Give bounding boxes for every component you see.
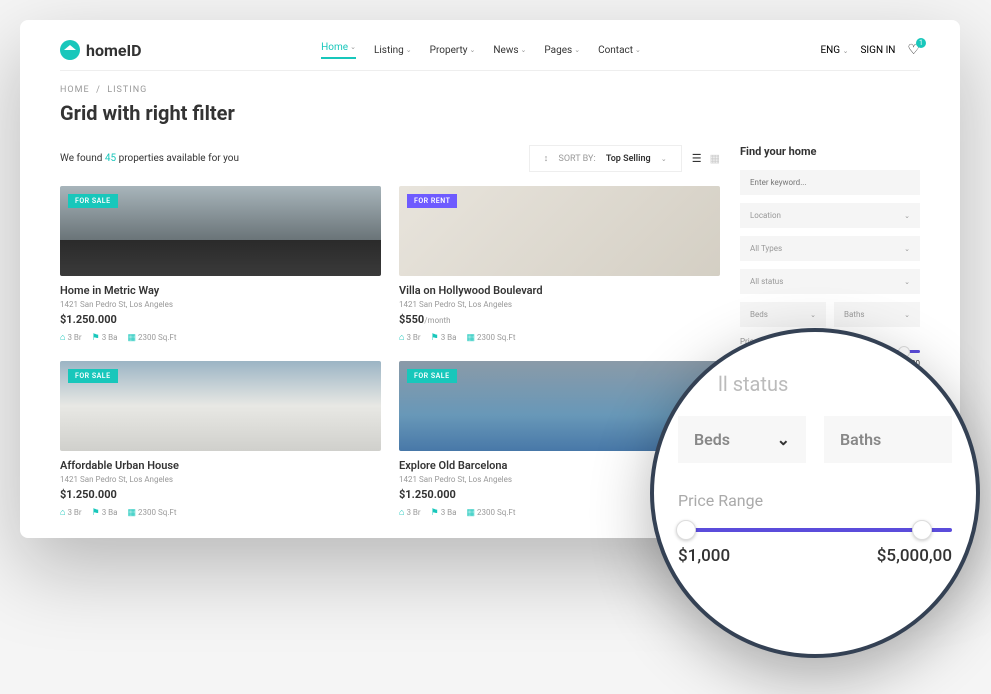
zoom-beds-select[interactable]: Beds⌄ [678, 416, 806, 463]
card-features: ⌂3 Br ⚑3 Ba ▦2300 Sq.Ft [60, 507, 381, 518]
card-title: Villa on Hollywood Boulevard [399, 284, 720, 297]
bath-icon: ⚑ [92, 333, 100, 343]
types-select[interactable]: All Types⌄ [740, 236, 920, 261]
status-select[interactable]: All status⌄ [740, 269, 920, 294]
chevron-down-icon: ⌄ [661, 155, 667, 163]
chevron-down-icon: ⌄ [470, 46, 476, 54]
header: homeID Home⌄ Listing⌄ Property⌄ News⌄ Pa… [60, 40, 920, 71]
nav-listing[interactable]: Listing⌄ [374, 42, 412, 59]
sort-select[interactable]: ↕ SORT BY: Top Selling ⌄ [529, 145, 682, 172]
sort-icon: ↕ [544, 153, 549, 164]
bed-icon: ⌂ [399, 332, 404, 343]
zoom-status: ll status [718, 372, 952, 396]
breadcrumb: HOME / LISTING [60, 85, 920, 95]
card-address: 1421 San Pedro St, Los Angeles [399, 300, 720, 309]
sign-in-link[interactable]: SIGN IN [860, 45, 895, 56]
nav-home[interactable]: Home⌄ [321, 42, 356, 59]
card-image: FOR SALE [60, 361, 381, 451]
listing-tag: FOR SALE [68, 194, 118, 208]
nav-contact[interactable]: Contact⌄ [598, 42, 641, 59]
bed-icon: ⌂ [60, 332, 65, 343]
listing-tag: FOR RENT [407, 194, 457, 208]
listing-grid: FOR SALE Home in Metric Way 1421 San Ped… [60, 186, 720, 518]
area-icon: ▦ [128, 333, 137, 343]
card-features: ⌂3 Br ⚑3 Ba ▦2300 Sq.Ft [60, 332, 381, 343]
bath-icon: ⚑ [431, 333, 439, 343]
card-title: Affordable Urban House [60, 459, 381, 472]
breadcrumb-current: LISTING [107, 85, 147, 95]
card-address: 1421 San Pedro St, Los Angeles [60, 475, 381, 484]
chevron-down-icon: ⌄ [904, 212, 910, 220]
zoom-baths-select[interactable]: Baths [824, 416, 952, 463]
card-price: $1.250.000 [60, 488, 381, 501]
card-price: $1.250.000 [60, 313, 381, 326]
location-select[interactable]: Location⌄ [740, 203, 920, 228]
main-nav: Home⌄ Listing⌄ Property⌄ News⌄ Pages⌄ Co… [321, 42, 641, 59]
chevron-down-icon: ⌄ [521, 46, 527, 54]
wishlist-badge: 1 [916, 38, 926, 48]
logo-text: homeID [86, 41, 142, 60]
bed-icon: ⌂ [399, 507, 404, 518]
beds-select[interactable]: Beds⌄ [740, 302, 826, 327]
listing-tag: FOR SALE [407, 369, 457, 383]
bath-icon: ⚑ [92, 508, 100, 518]
filter-heading: Find your home [740, 145, 920, 158]
area-icon: ▦ [128, 508, 137, 518]
chevron-down-icon: ⌄ [777, 430, 790, 449]
listing-card[interactable]: FOR SALE Affordable Urban House 1421 San… [60, 361, 381, 518]
zoom-price-label: Price Range [678, 491, 952, 510]
grid-view-icon[interactable]: ▦ [710, 152, 720, 165]
nav-pages[interactable]: Pages⌄ [544, 42, 580, 59]
chevron-down-icon: ⌄ [574, 46, 580, 54]
logo[interactable]: homeID [60, 40, 142, 60]
chevron-down-icon: ⌄ [904, 278, 910, 286]
card-image: FOR RENT [399, 186, 720, 276]
chevron-down-icon: ⌄ [350, 43, 356, 51]
results-topbar: We found 45 properties available for you… [60, 145, 720, 172]
right-nav: ENG ⌄ SIGN IN ♡1 [820, 42, 920, 58]
bath-icon: ⚑ [431, 508, 439, 518]
area-icon: ▦ [467, 333, 476, 343]
nav-news[interactable]: News⌄ [493, 42, 526, 59]
page-title: Grid with right filter [60, 101, 920, 125]
keyword-input[interactable] [740, 170, 920, 195]
chevron-down-icon: ⌄ [810, 311, 816, 319]
card-title: Home in Metric Way [60, 284, 381, 297]
zoom-price-slider[interactable] [678, 528, 952, 532]
logo-icon [60, 40, 80, 60]
card-features: ⌂3 Br ⚑3 Ba ▦2300 Sq.Ft [399, 332, 720, 343]
chevron-down-icon: ⌄ [904, 311, 910, 319]
breadcrumb-home[interactable]: HOME [60, 85, 90, 95]
nav-property[interactable]: Property⌄ [430, 42, 476, 59]
card-image: FOR SALE [60, 186, 381, 276]
app-window: homeID Home⌄ Listing⌄ Property⌄ News⌄ Pa… [20, 20, 960, 538]
listing-card[interactable]: FOR SALE Home in Metric Way 1421 San Ped… [60, 186, 381, 343]
listing-card[interactable]: FOR RENT Villa on Hollywood Boulevard 14… [399, 186, 720, 343]
bed-icon: ⌂ [60, 507, 65, 518]
listing-tag: FOR SALE [68, 369, 118, 383]
main-column: We found 45 properties available for you… [60, 145, 720, 518]
chevron-down-icon: ⌄ [635, 46, 641, 54]
baths-select[interactable]: Baths⌄ [834, 302, 920, 327]
card-price: $550/month [399, 313, 720, 326]
list-view-icon[interactable]: ☰ [692, 152, 702, 165]
results-count: We found 45 properties available for you [60, 153, 239, 164]
magnifier-overlay: ll status Beds⌄ Baths Price Range $1,000… [650, 328, 980, 658]
chevron-down-icon: ⌄ [406, 46, 412, 54]
card-address: 1421 San Pedro St, Los Angeles [60, 300, 381, 309]
chevron-down-icon: ⌄ [904, 245, 910, 253]
language-select[interactable]: ENG ⌄ [820, 45, 848, 56]
area-icon: ▦ [467, 508, 476, 518]
chevron-down-icon: ⌄ [843, 47, 849, 55]
wishlist-icon[interactable]: ♡1 [907, 42, 920, 58]
